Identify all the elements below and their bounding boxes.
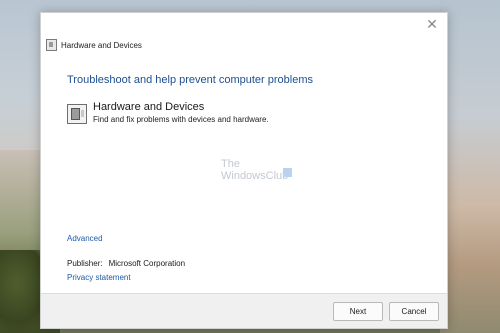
window-title: Hardware and Devices: [61, 40, 142, 50]
titlebar: Hardware and Devices: [46, 38, 142, 52]
advanced-link[interactable]: Advanced: [67, 234, 103, 243]
item-title: Hardware and Devices: [93, 101, 205, 113]
publisher-value: Microsoft Corporation: [108, 259, 186, 268]
page-heading: Troubleshoot and help prevent computer p…: [67, 74, 314, 86]
publisher-info: Publisher: Microsoft Corporation: [67, 259, 185, 268]
troubleshooter-item: Hardware and Devices Find and fix proble…: [67, 101, 269, 124]
hardware-devices-icon: [67, 104, 87, 124]
watermark-line2: WindowsClub: [221, 170, 289, 182]
close-icon[interactable]: ✕: [423, 15, 441, 33]
cancel-button[interactable]: Cancel: [389, 302, 439, 321]
desktop-wallpaper-right: [440, 0, 500, 333]
privacy-statement-link[interactable]: Privacy statement: [67, 273, 131, 282]
publisher-label: Publisher:: [67, 259, 103, 268]
dialog-footer: Next Cancel: [41, 293, 447, 328]
item-description: Find and fix problems with devices and h…: [93, 115, 269, 124]
troubleshooter-dialog: ✕ Hardware and Devices Troubleshoot and …: [40, 12, 448, 329]
hardware-icon: [46, 39, 57, 51]
watermark: The WindowsClub: [221, 158, 288, 182]
watermark-logo-icon: [283, 168, 292, 177]
watermark-line1: The: [221, 158, 240, 170]
next-button[interactable]: Next: [333, 302, 383, 321]
